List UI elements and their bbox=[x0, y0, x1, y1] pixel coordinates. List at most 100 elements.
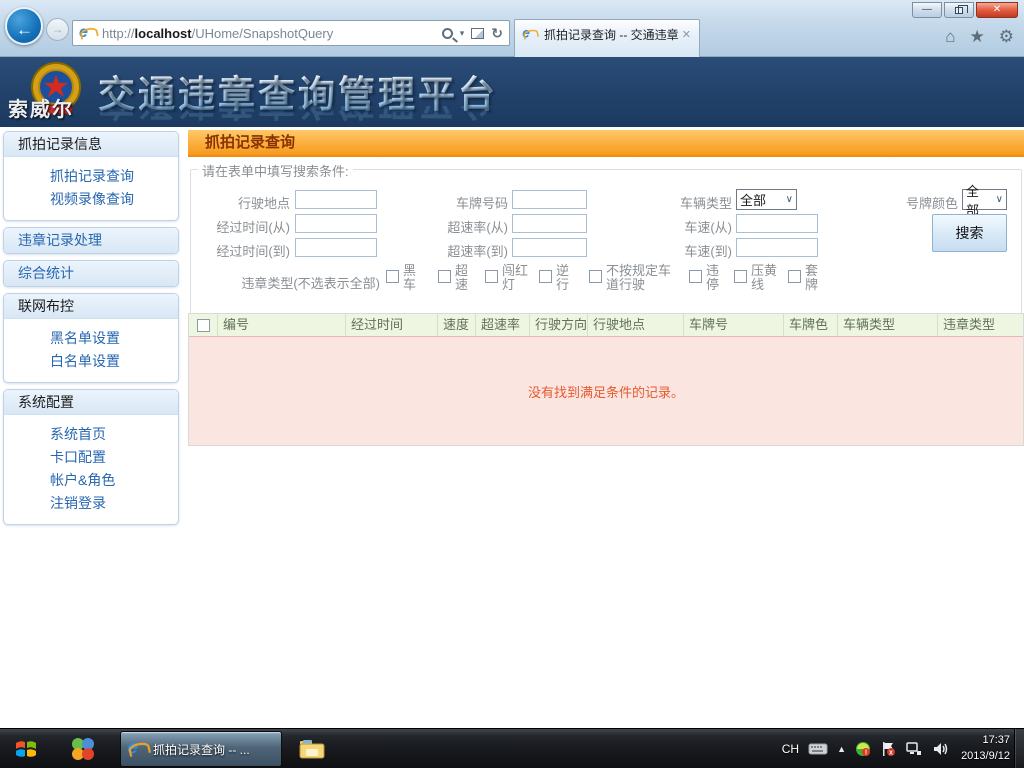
checkbox-speeding[interactable] bbox=[438, 270, 451, 283]
sidebar-item-blacklist[interactable]: 黑名单设置 bbox=[4, 327, 178, 350]
violation-option-wrong-lane[interactable]: 不按规定车道行驶 bbox=[589, 264, 676, 292]
overspeed-from-input[interactable] bbox=[512, 214, 587, 233]
antivirus-tray-icon[interactable]: ! bbox=[855, 741, 871, 757]
checkbox-wrong-lane[interactable] bbox=[589, 270, 602, 283]
action-center-flag-icon[interactable]: x bbox=[880, 741, 896, 757]
search-button[interactable]: 搜索 bbox=[932, 214, 1007, 252]
col-violation-type: 违章类型 bbox=[938, 314, 1023, 336]
favorites-star-icon[interactable]: ★ bbox=[970, 27, 985, 47]
location-label: 行驶地点 bbox=[188, 193, 290, 212]
col-location: 行驶地点 bbox=[588, 314, 684, 336]
violation-option-black-car[interactable]: 黑车 bbox=[386, 264, 418, 292]
search-icon[interactable] bbox=[442, 28, 453, 39]
col-pass-time: 经过时间 bbox=[346, 314, 438, 336]
location-input[interactable] bbox=[295, 190, 377, 209]
time-from-input[interactable] bbox=[295, 214, 377, 233]
empty-result-area: 没有找到满足条件的记录。 bbox=[189, 337, 1023, 445]
back-arrow-icon: ← bbox=[16, 20, 33, 40]
explorer-folder-icon[interactable] bbox=[295, 733, 329, 765]
overspeed-to-input[interactable] bbox=[512, 238, 587, 257]
time-from-label: 经过时间(从) bbox=[188, 217, 290, 236]
checkbox-fake-plate[interactable] bbox=[788, 270, 801, 283]
minimize-button[interactable]: — bbox=[912, 2, 942, 18]
col-plate-color: 车牌色 bbox=[784, 314, 838, 336]
refresh-icon[interactable]: ↻ bbox=[491, 25, 503, 42]
sidebar-item-system-home[interactable]: 系统首页 bbox=[4, 423, 178, 446]
violation-option-red-light[interactable]: 闯红灯 bbox=[485, 264, 531, 292]
tray-expand-icon[interactable]: ▲ bbox=[837, 744, 846, 754]
checkbox-illegal-parking[interactable] bbox=[689, 270, 702, 283]
sidebar-item-checkpoint-config[interactable]: 卡口配置 bbox=[4, 446, 178, 469]
compatibility-view-icon[interactable] bbox=[471, 28, 484, 39]
col-direction: 行驶方向 bbox=[530, 314, 588, 336]
tab-favicon: e bbox=[522, 27, 536, 41]
sidebar-header-violation-processing[interactable]: 违章记录处理 bbox=[4, 228, 178, 253]
close-button[interactable]: ✕ bbox=[976, 2, 1018, 18]
settings-gear-icon[interactable]: ⚙ bbox=[999, 27, 1014, 47]
violation-option-speeding[interactable]: 超速 bbox=[438, 264, 470, 292]
forward-arrow-icon: → bbox=[52, 22, 64, 36]
sidebar-item-logout[interactable]: 注销登录 bbox=[4, 492, 178, 515]
chevron-down-icon[interactable]: ▾ bbox=[460, 28, 465, 39]
taskbar-ie-button[interactable]: e 抓拍记录查询 -- ... bbox=[120, 731, 282, 767]
checkbox-black-car[interactable] bbox=[386, 270, 399, 283]
plate-color-select[interactable]: 全部∨ bbox=[962, 189, 1007, 210]
select-all-checkbox[interactable] bbox=[197, 319, 210, 332]
violation-type-label: 违章类型(不选表示全部) bbox=[188, 273, 380, 292]
screen: — ✕ ← → e http://localhost/UHome/Snapsho… bbox=[0, 0, 1024, 768]
restore-button[interactable] bbox=[944, 2, 974, 18]
violation-option-yellow-line[interactable]: 压黄线 bbox=[734, 264, 780, 292]
pinwheel-app-icon[interactable] bbox=[66, 733, 100, 765]
back-button[interactable]: ← bbox=[5, 7, 43, 45]
sidebar-header-snapshot-info[interactable]: 抓拍记录信息 bbox=[4, 132, 178, 157]
sidebar-header-statistics[interactable]: 综合统计 bbox=[4, 261, 178, 286]
address-bar[interactable]: e http://localhost/UHome/SnapshotQuery ▾… bbox=[72, 20, 510, 46]
clock-time: 17:37 bbox=[961, 732, 1010, 748]
violation-option-text: 超速 bbox=[455, 264, 470, 292]
sidebar-item-whitelist[interactable]: 白名单设置 bbox=[4, 350, 178, 373]
brand-name: 索威尔 bbox=[8, 93, 74, 122]
sidebar-header-network-control[interactable]: 联网布控 bbox=[4, 294, 178, 319]
plate-number-input[interactable] bbox=[512, 190, 587, 209]
network-icon[interactable] bbox=[905, 741, 923, 757]
browser-tab[interactable]: e 抓拍记录查询 -- 交通违章… ✕ bbox=[514, 19, 700, 57]
time-to-input[interactable] bbox=[295, 238, 377, 257]
violation-option-wrong-way[interactable]: 逆行 bbox=[539, 264, 571, 292]
home-icon[interactable]: ⌂ bbox=[945, 27, 955, 47]
checkbox-yellow-line[interactable] bbox=[734, 270, 747, 283]
checkbox-wrong-way[interactable] bbox=[539, 270, 552, 283]
url-text[interactable]: http://localhost/UHome/SnapshotQuery bbox=[102, 26, 442, 41]
page-title: 抓拍记录查询 bbox=[188, 130, 1024, 157]
violation-option-illegal-parking[interactable]: 违停 bbox=[689, 264, 721, 292]
violation-option-text: 闯红灯 bbox=[502, 264, 531, 292]
speed-to-input[interactable] bbox=[736, 238, 818, 257]
sidebar-item-video-query[interactable]: 视频录像查询 bbox=[4, 188, 178, 211]
forward-button[interactable]: → bbox=[46, 18, 69, 41]
volume-icon[interactable] bbox=[932, 741, 949, 757]
taskbar-clock[interactable]: 17:37 2013/9/12 bbox=[961, 732, 1010, 764]
vehicle-type-select[interactable]: 全部∨ bbox=[736, 189, 797, 210]
sidebar-item-snapshot-query[interactable]: 抓拍记录查询 bbox=[4, 165, 178, 188]
violation-option-text: 压黄线 bbox=[751, 264, 780, 292]
col-plate-number: 车牌号 bbox=[684, 314, 784, 336]
violation-option-fake-plate[interactable]: 套牌 bbox=[788, 264, 820, 292]
keyboard-icon[interactable] bbox=[808, 742, 828, 756]
svg-text:!: ! bbox=[865, 750, 867, 757]
overspeed-from-label: 超速率(从) bbox=[406, 217, 508, 236]
start-button[interactable] bbox=[8, 731, 44, 767]
language-indicator[interactable]: CH bbox=[782, 742, 799, 756]
show-desktop-button[interactable] bbox=[1014, 729, 1024, 768]
sidebar-header-system-config[interactable]: 系统配置 bbox=[4, 390, 178, 415]
violation-option-text: 套牌 bbox=[805, 264, 820, 292]
tab-close-icon[interactable]: ✕ bbox=[680, 28, 693, 41]
clock-date: 2013/9/12 bbox=[961, 748, 1010, 764]
browser-chrome: — ✕ ← → e http://localhost/UHome/Snapsho… bbox=[0, 0, 1024, 57]
speed-from-input[interactable] bbox=[736, 214, 818, 233]
table-header-row: 编号 经过时间 速度 超速率 行驶方向 行驶地点 车牌号 车牌色 车辆类型 违章… bbox=[189, 314, 1023, 337]
restore-icon bbox=[955, 7, 963, 14]
site-header: 索威尔 交通违章查询管理平台 交通违章查询管理平台 bbox=[0, 57, 1024, 127]
sidebar-section-system-config: 系统配置 系统首页 卡口配置 帐户&角色 注销登录 bbox=[3, 389, 179, 525]
sidebar-item-accounts-roles[interactable]: 帐户&角色 bbox=[4, 469, 178, 492]
sidebar-section-network-control: 联网布控 黑名单设置 白名单设置 bbox=[3, 293, 179, 383]
checkbox-red-light[interactable] bbox=[485, 270, 498, 283]
